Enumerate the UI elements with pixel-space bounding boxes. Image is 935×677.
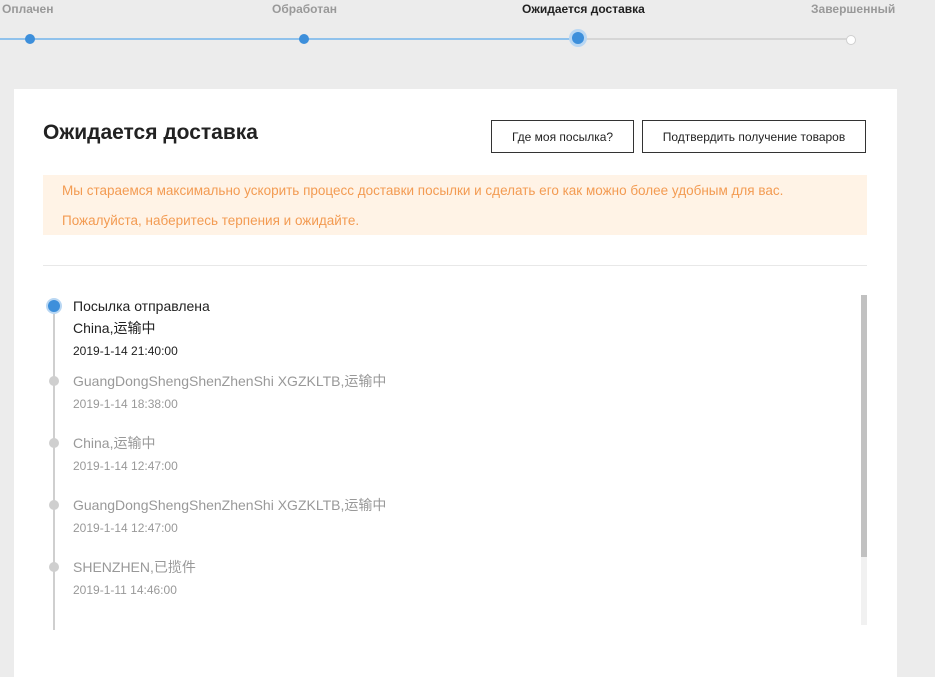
step-awaiting-delivery-label: Ожидается доставка bbox=[522, 2, 645, 16]
step-processed-dot bbox=[299, 34, 309, 44]
timeline-current-dot bbox=[46, 298, 62, 314]
order-status-card: Ожидается доставка Где моя посылка? Подт… bbox=[14, 89, 897, 677]
timeline-time: 2019-1-14 18:38:00 bbox=[73, 397, 178, 411]
timeline-time: 2019-1-14 12:47:00 bbox=[73, 521, 178, 535]
step-completed-dot bbox=[846, 35, 856, 45]
step-completed-label: Завершенный bbox=[811, 2, 896, 16]
scrollbar-thumb[interactable] bbox=[861, 295, 867, 557]
confirm-receipt-button[interactable]: Подтвердить получение товаров bbox=[642, 120, 866, 153]
timeline-dot bbox=[49, 500, 59, 510]
order-progress-stepper: Оплачен Обработан Ожидается доставка Зав… bbox=[0, 0, 935, 60]
step-processed-label: Обработан bbox=[272, 2, 337, 16]
timeline-location: China,运输中 bbox=[73, 435, 156, 451]
timeline-dot bbox=[49, 438, 59, 448]
timeline-location: SHENZHEN,已揽件 bbox=[73, 559, 196, 575]
notice-line-2: Пожалуйста, наберитесь терпения и ожидай… bbox=[62, 213, 360, 228]
where-is-my-parcel-button[interactable]: Где моя посылка? bbox=[491, 120, 634, 153]
step-awaiting-delivery-dot bbox=[572, 32, 584, 44]
divider bbox=[43, 265, 867, 266]
timeline-line bbox=[53, 305, 55, 630]
timeline-dot bbox=[49, 376, 59, 386]
timeline-location: China,运输中 bbox=[73, 320, 156, 336]
step-paid-dot bbox=[25, 34, 35, 44]
page-title: Ожидается доставка bbox=[43, 121, 258, 144]
progress-track-done bbox=[0, 38, 578, 40]
timeline-time: 2019-1-14 12:47:00 bbox=[73, 459, 178, 473]
delivery-notice: Мы стараемся максимально ускорить процес… bbox=[43, 175, 867, 235]
step-paid-label: Оплачен bbox=[2, 2, 54, 16]
tracking-timeline: Посылка отправлена China,运输中 2019-1-14 2… bbox=[43, 295, 867, 630]
timeline-location: GuangDongShengShenZhenShi XGZKLTB,运输中 bbox=[73, 373, 387, 389]
progress-track-remaining bbox=[578, 38, 851, 40]
timeline-status: Посылка отправлена bbox=[73, 298, 210, 314]
timeline-scrollbar[interactable] bbox=[861, 295, 867, 625]
notice-line-1: Мы стараемся максимально ускорить процес… bbox=[62, 183, 784, 198]
timeline-time: 2019-1-14 21:40:00 bbox=[73, 344, 178, 358]
timeline-location: GuangDongShengShenZhenShi XGZKLTB,运输中 bbox=[73, 497, 387, 513]
timeline-time: 2019-1-11 14:46:00 bbox=[73, 583, 177, 597]
timeline-dot bbox=[49, 562, 59, 572]
